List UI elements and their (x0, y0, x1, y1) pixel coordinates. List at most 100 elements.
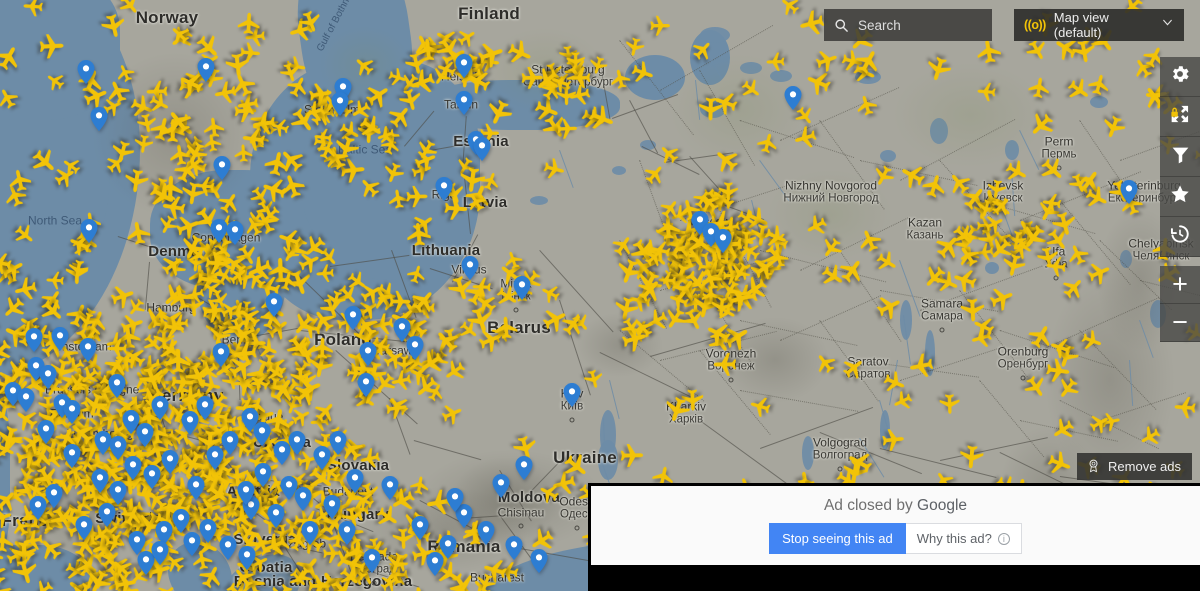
aircraft-icon[interactable] (952, 218, 986, 252)
aircraft-icon[interactable] (33, 404, 62, 433)
aircraft-icon[interactable] (137, 392, 167, 422)
aircraft-icon[interactable] (477, 168, 504, 195)
aircraft-icon[interactable] (284, 330, 323, 369)
aircraft-icon[interactable] (425, 345, 454, 374)
aircraft-icon[interactable] (647, 237, 675, 265)
aircraft-icon[interactable] (137, 327, 168, 358)
aircraft-icon[interactable] (218, 367, 244, 393)
location-pin-marker[interactable] (393, 318, 411, 342)
aircraft-icon[interactable] (677, 240, 713, 276)
aircraft-icon[interactable] (163, 281, 198, 316)
aircraft-icon[interactable] (180, 365, 213, 398)
aircraft-icon[interactable] (92, 386, 123, 417)
location-pin-marker[interactable] (196, 396, 214, 420)
aircraft-icon[interactable] (304, 349, 336, 381)
aircraft-icon[interactable] (17, 365, 55, 403)
aircraft-icon[interactable] (671, 228, 707, 264)
aircraft-icon[interactable] (265, 411, 296, 442)
stop-seeing-this-ad-button[interactable]: Stop seeing this ad (769, 523, 906, 554)
location-pin-marker[interactable] (79, 338, 97, 362)
aircraft-icon[interactable] (394, 354, 415, 375)
aircraft-icon[interactable] (227, 432, 258, 463)
aircraft-icon[interactable] (699, 263, 734, 298)
aircraft-icon[interactable] (679, 222, 710, 253)
aircraft-icon[interactable] (230, 425, 268, 463)
aircraft-icon[interactable] (98, 375, 133, 410)
aircraft-icon[interactable] (500, 247, 526, 273)
location-pin-marker[interactable] (406, 336, 424, 360)
aircraft-icon[interactable] (394, 346, 433, 385)
aircraft-icon[interactable] (177, 373, 210, 406)
playback-button[interactable] (1160, 217, 1200, 257)
aircraft-icon[interactable] (916, 258, 953, 295)
aircraft-icon[interactable] (290, 335, 318, 363)
aircraft-icon[interactable] (285, 353, 318, 386)
aircraft-icon[interactable] (105, 279, 139, 313)
aircraft-icon[interactable] (513, 263, 548, 298)
aircraft-icon[interactable] (323, 421, 354, 452)
aircraft-icon[interactable] (184, 402, 216, 434)
aircraft-icon[interactable] (157, 370, 185, 398)
aircraft-icon[interactable] (968, 311, 999, 342)
aircraft-icon[interactable] (61, 396, 84, 419)
aircraft-icon[interactable] (85, 386, 115, 416)
aircraft-icon[interactable] (364, 328, 402, 366)
aircraft-icon[interactable] (661, 246, 694, 279)
location-pin-marker[interactable] (253, 422, 271, 446)
aircraft-icon[interactable] (36, 393, 60, 417)
location-pin-marker[interactable] (206, 446, 224, 470)
aircraft-icon[interactable] (192, 431, 222, 461)
aircraft-icon[interactable] (201, 385, 235, 419)
aircraft-icon[interactable] (221, 423, 253, 455)
aircraft-icon[interactable] (179, 385, 214, 420)
aircraft-icon[interactable] (270, 370, 309, 409)
aircraft-icon[interactable] (213, 352, 236, 375)
aircraft-icon[interactable] (117, 340, 152, 375)
aircraft-icon[interactable] (262, 371, 302, 411)
aircraft-icon[interactable] (114, 323, 144, 353)
aircraft-icon[interactable] (313, 431, 338, 456)
aircraft-icon[interactable] (404, 359, 435, 390)
why-this-ad-button[interactable]: Why this ad? i (905, 523, 1022, 554)
aircraft-icon[interactable] (158, 339, 184, 365)
aircraft-icon[interactable] (683, 233, 710, 260)
aircraft-icon[interactable] (938, 392, 962, 416)
aircraft-icon[interactable] (103, 328, 130, 355)
aircraft-icon[interactable] (703, 248, 732, 277)
aircraft-icon[interactable] (97, 374, 130, 407)
aircraft-icon[interactable] (699, 234, 729, 264)
aircraft-icon[interactable] (469, 287, 502, 320)
aircraft-icon[interactable] (974, 241, 997, 264)
aircraft-icon[interactable] (705, 233, 735, 263)
aircraft-icon[interactable] (672, 213, 708, 249)
aircraft-icon[interactable] (214, 414, 240, 440)
location-pin-marker[interactable] (181, 411, 199, 435)
aircraft-icon[interactable] (212, 400, 240, 428)
aircraft-icon[interactable] (662, 259, 698, 295)
aircraft-icon[interactable] (169, 408, 196, 435)
aircraft-icon[interactable] (203, 416, 240, 453)
aircraft-icon[interactable] (217, 423, 241, 447)
aircraft-icon[interactable] (221, 347, 261, 387)
aircraft-icon[interactable] (1097, 110, 1130, 143)
aircraft-icon[interactable] (111, 344, 143, 376)
aircraft-icon[interactable] (175, 380, 209, 414)
aircraft-icon[interactable] (359, 337, 390, 368)
aircraft-icon[interactable] (249, 437, 287, 475)
aircraft-icon[interactable] (106, 337, 129, 360)
aircraft-icon[interactable] (688, 242, 713, 267)
aircraft-icon[interactable] (928, 227, 967, 266)
aircraft-icon[interactable] (39, 372, 70, 403)
location-pin-marker[interactable] (63, 400, 81, 424)
map-view-dropdown[interactable]: ((o)) Map view (default) (1014, 9, 1184, 41)
aircraft-icon[interactable] (698, 267, 725, 294)
aircraft-icon[interactable] (347, 354, 377, 384)
aircraft-icon[interactable] (98, 348, 134, 384)
aircraft-icon[interactable] (287, 402, 316, 431)
aircraft-icon[interactable] (45, 354, 78, 387)
aircraft-icon[interactable] (136, 299, 176, 339)
aircraft-icon[interactable] (245, 367, 275, 397)
aircraft-icon[interactable] (1128, 53, 1160, 85)
remove-ads-button[interactable]: Remove ads (1077, 453, 1192, 480)
aircraft-icon[interactable] (192, 356, 216, 380)
